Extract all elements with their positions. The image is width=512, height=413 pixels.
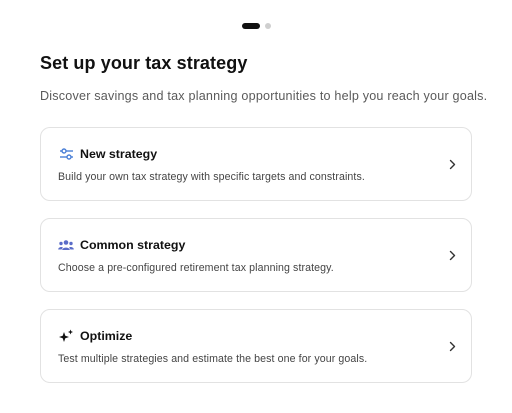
chevron-right-icon [447,249,457,261]
chevron-right-icon [447,340,457,352]
page-title: Set up your tax strategy [40,53,248,73]
page-indicator [0,23,512,29]
option-card-common-strategy[interactable]: Common strategy Choose a pre-configured … [40,218,472,292]
chevron-right-icon [447,158,457,170]
page-dot-active[interactable] [241,23,260,29]
option-card-new-strategy[interactable]: New strategy Build your own tax strategy… [40,127,472,201]
sliders-icon [58,147,74,161]
option-card-optimize[interactable]: Optimize Test multiple strategies and es… [40,309,472,383]
page-dot[interactable] [264,23,271,29]
option-title: New strategy [80,147,158,161]
sparkle-icon [58,329,74,343]
page-subtitle: Discover savings and tax planning opport… [40,89,488,103]
option-description: Test multiple strategies and estimate th… [58,353,368,365]
option-title: Optimize [80,329,133,343]
option-description: Build your own tax strategy with specifi… [58,171,365,183]
users-group-icon [58,238,74,252]
option-title: Common strategy [80,238,186,252]
option-description: Choose a pre-configured retirement tax p… [58,262,334,274]
